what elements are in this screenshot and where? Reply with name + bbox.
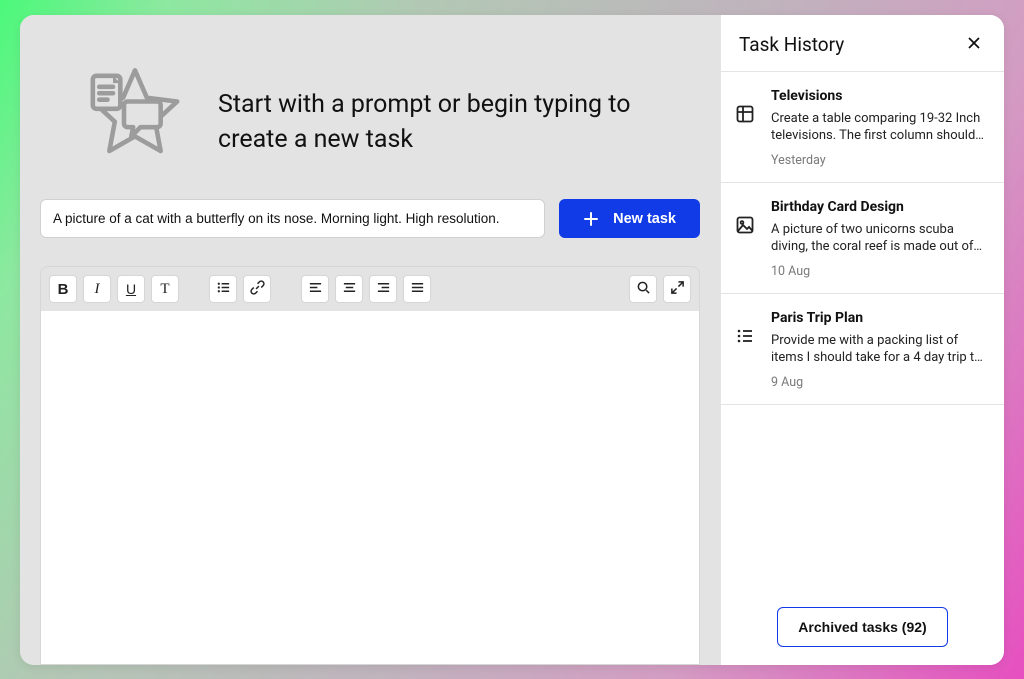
underline-button[interactable]: U [117,275,145,303]
bold-icon: B [58,281,69,298]
align-justify-button[interactable] [403,275,431,303]
history-item-desc: A picture of two unicorns scuba diving, … [771,221,988,256]
link-button[interactable] [243,275,271,303]
search-icon [636,280,651,298]
main-panel: Start with a prompt or begin typing to c… [20,15,720,665]
text-style-icon: T [160,281,169,298]
plus-icon [583,211,599,227]
align-right-button[interactable] [369,275,397,303]
history-item[interactable]: Televisions Create a table comparing 19-… [721,72,1004,183]
archived-tasks-label: Archived tasks (92) [798,619,926,635]
task-history-panel: Task History Televisions Create a table … [720,15,1004,665]
align-center-icon [342,280,357,298]
bold-button[interactable]: B [49,275,77,303]
align-justify-icon [410,280,425,298]
prompt-row: New task [20,199,720,266]
align-center-button[interactable] [335,275,363,303]
italic-button[interactable]: I [83,275,111,303]
editor-toolbar: B I U T [40,266,700,311]
history-item-title: Birthday Card Design [771,199,988,215]
history-item-date: Yesterday [771,153,988,168]
history-item-desc: Create a table comparing 19-32 Inch tele… [771,110,988,145]
editor-body[interactable] [40,311,700,664]
align-left-icon [308,280,323,298]
hero-section: Start with a prompt or begin typing to c… [20,15,720,200]
history-item[interactable]: Birthday Card Design A picture of two un… [721,183,1004,294]
history-item-date: 10 Aug [771,264,988,279]
history-item-date: 9 Aug [771,375,988,390]
hero-illustration-icon [80,63,190,168]
hero-title: Start with a prompt or begin typing to c… [218,69,658,157]
history-item[interactable]: Paris Trip Plan Provide me with a packin… [721,294,1004,405]
new-task-label: New task [613,211,676,227]
task-history-footer: Archived tasks (92) [721,589,1004,665]
editor-area: B I U T [20,266,720,664]
image-icon [735,199,757,279]
app-window: Start with a prompt or begin typing to c… [20,15,1004,665]
search-button[interactable] [629,275,657,303]
close-icon [966,35,982,54]
italic-icon: I [95,281,100,298]
close-button[interactable] [962,33,986,57]
history-item-title: Paris Trip Plan [771,310,988,326]
task-history-header: Task History [721,15,1004,72]
align-right-icon [376,280,391,298]
text-style-button[interactable]: T [151,275,179,303]
expand-button[interactable] [663,275,691,303]
history-item-desc: Provide me with a packing list of items … [771,332,988,367]
align-left-button[interactable] [301,275,329,303]
task-history-title: Task History [739,33,844,56]
history-item-title: Televisions [771,88,988,104]
new-task-button[interactable]: New task [559,199,700,238]
table-icon [735,88,757,168]
task-history-list: Televisions Create a table comparing 19-… [721,72,1004,589]
expand-icon [670,280,685,298]
link-icon [250,280,265,298]
prompt-input[interactable] [40,199,545,238]
archived-tasks-button[interactable]: Archived tasks (92) [777,607,947,647]
bullet-list-icon [216,280,231,298]
bullet-list-button[interactable] [209,275,237,303]
list-icon [735,310,757,390]
underline-icon: U [126,281,136,297]
